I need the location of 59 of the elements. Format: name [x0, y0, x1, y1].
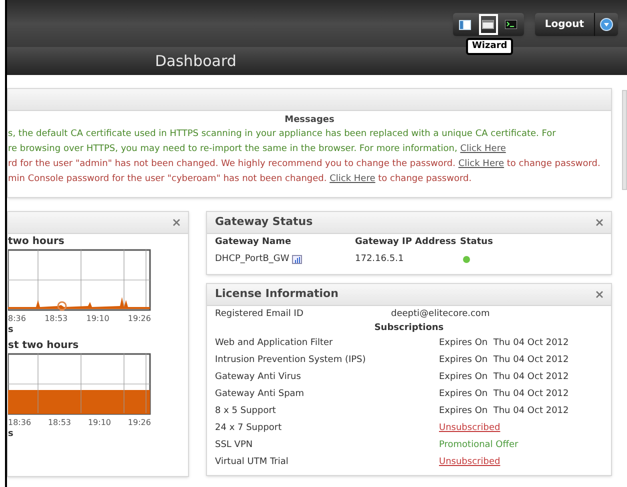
column-header: Gateway Name [215, 236, 292, 249]
page-title: Dashboard [155, 50, 236, 72]
columns-icon [459, 20, 472, 30]
messages-heading: Messages [284, 114, 336, 127]
chart-title: two hours [8, 235, 66, 249]
expiry-date: Expires On Thu 04 Oct 2012 [439, 337, 570, 350]
logout-link[interactable]: Logout [534, 13, 595, 36]
gateway-ip: 172.16.5.1 [355, 253, 405, 266]
axis-label: s [8, 325, 14, 336]
expiry-date: Expires On Thu 04 Oct 2012 [439, 405, 570, 418]
message-text: s, the default CA certificate used in HTTPS scanning in your appliance has been replaced with a unique CA certificate. For [8, 128, 557, 141]
expiry-date: Expires On Thu 04 Oct 2012 [439, 371, 570, 384]
click-here-link[interactable]: Click Here [330, 174, 376, 184]
subscriptions-heading: Subscriptions [374, 322, 444, 335]
axis-label: s [8, 429, 14, 440]
click-here-link[interactable]: Click Here [458, 159, 504, 169]
subscription-name: SSL VPN [215, 439, 254, 452]
graph-icon[interactable] [292, 254, 302, 264]
message-text: re browsing over HTTPS, you may need to re-import the same in the browser. For more information, Click Here [8, 143, 507, 156]
offer-status: Promotional Offer [439, 439, 520, 452]
subscription-name: Virtual UTM Trial [215, 456, 290, 469]
column-header: Gateway IP Address [355, 236, 458, 249]
axis-tick-label: 18:53 [48, 417, 72, 429]
gateway-name: DHCP_PortB_GW [215, 253, 290, 266]
message-text: min Console password for the user "cyberoam" has not been changed. Click Here to change password. [8, 173, 473, 186]
dropdown-icon[interactable] [600, 18, 613, 31]
subscription-name: Web and Application Filter [215, 337, 334, 350]
unsubscribed-link[interactable]: Unsubscribed [439, 420, 500, 437]
axis-tick-label: 18:53 [44, 313, 68, 325]
unsubscribed-link[interactable]: Unsubscribed [439, 454, 500, 471]
axis-tick-label: 18:36 [8, 417, 32, 429]
expiry-date: Expires On Thu 04 Oct 2012 [439, 388, 570, 401]
close-icon[interactable] [173, 219, 180, 226]
toolbar-button[interactable] [478, 14, 498, 35]
subscription-name: Gateway Anti Virus [215, 371, 302, 384]
close-icon[interactable] [596, 291, 603, 298]
terminal-icon [505, 20, 518, 29]
subscription-name: 24 x 7 Support [215, 422, 283, 435]
email-value: deepti@elitecore.com [390, 308, 491, 321]
panel-title: Gateway Status [215, 214, 313, 230]
axis-tick-label: 19:26 [128, 417, 151, 429]
axis-tick-label: 19:26 [128, 313, 151, 325]
subscription-name: 8 x 5 Support [215, 405, 277, 418]
axis-tick-label: 8:36 [8, 313, 26, 325]
scrollbar[interactable] [622, 90, 627, 190]
subscription-name: Intrusion Prevention System (IPS) [215, 354, 367, 367]
click-here-link[interactable]: Click Here [460, 144, 506, 154]
panel-title: License Information [215, 286, 338, 302]
expiry-date: Expires On Thu 04 Oct 2012 [439, 354, 570, 367]
message-text: rd for the user "admin" has not been changed. We highly recommend you to change the password. Click Here to change password. [8, 158, 602, 171]
column-header: Status [460, 236, 494, 249]
field-label: Registered Email ID [215, 308, 304, 321]
axis-tick-label: 19:10 [88, 417, 111, 429]
window-icon [482, 20, 494, 29]
axis-tick-label: 19:10 [86, 313, 110, 325]
chart-title: st two hours [8, 339, 80, 353]
subscription-name: Gateway Anti Spam [215, 388, 306, 401]
wizard-tooltip: Wizard [466, 38, 514, 55]
close-icon[interactable] [596, 219, 603, 226]
